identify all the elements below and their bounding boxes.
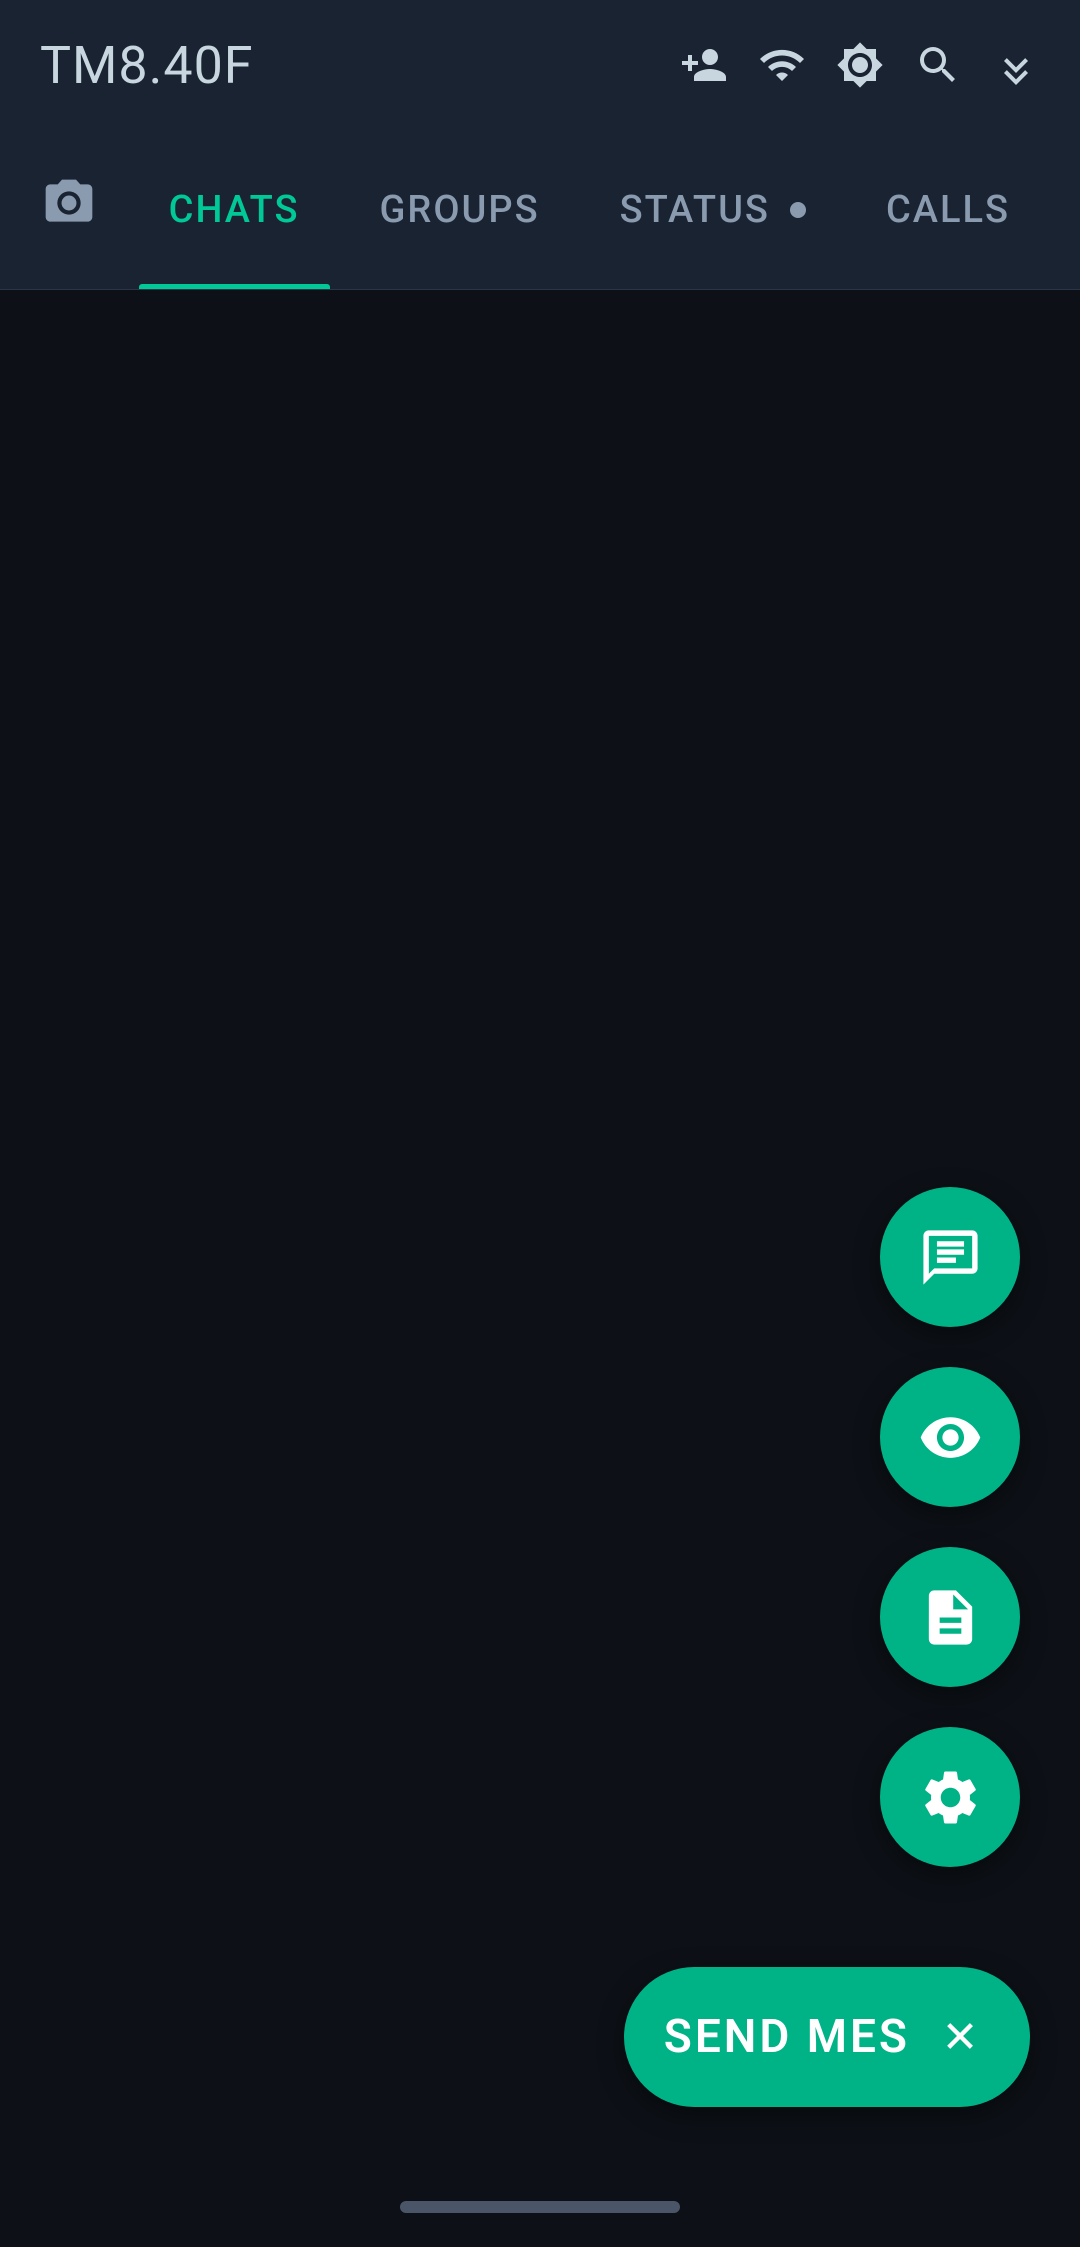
tab-bar: CHATS GROUPS STATUS CALLS — [0, 130, 1080, 290]
main-content: SEND MES ✕ — [0, 290, 1080, 2167]
search-icon[interactable] — [914, 41, 962, 89]
status-bar-left: TM8.40F — [40, 35, 254, 96]
tab-chats[interactable]: CHATS — [129, 130, 340, 289]
camera-icon — [41, 175, 97, 244]
document-icon — [918, 1585, 983, 1650]
tab-chats-label: CHATS — [169, 188, 300, 232]
view-fab-button[interactable] — [880, 1367, 1020, 1507]
wifi-icon — [758, 41, 806, 89]
tabs: CHATS GROUPS STATUS CALLS — [129, 130, 1050, 289]
status-bar-icons — [680, 41, 1040, 89]
compose-icon — [918, 1225, 983, 1290]
tab-groups-label: GROUPS — [380, 188, 540, 232]
brightness-icon — [836, 41, 884, 89]
document-fab-button[interactable] — [880, 1547, 1020, 1687]
status-dot — [790, 202, 806, 218]
send-message-label: SEND MES — [664, 2010, 910, 2064]
add-contact-icon[interactable] — [680, 41, 728, 89]
tab-calls-label: CALLS — [886, 188, 1010, 232]
tab-status-text: STATUS — [620, 188, 770, 232]
compose-fab-button[interactable] — [880, 1187, 1020, 1327]
settings-fab-button[interactable] — [880, 1727, 1020, 1867]
fab-container — [880, 1187, 1020, 1867]
tab-calls[interactable]: CALLS — [846, 130, 1050, 289]
settings-icon — [918, 1765, 983, 1830]
bottom-pill — [400, 2201, 680, 2213]
tab-groups[interactable]: GROUPS — [340, 130, 580, 289]
status-bar: TM8.40F — [0, 0, 1080, 130]
tab-status-label-wrap: STATUS — [620, 188, 806, 232]
bottom-indicator — [0, 2167, 1080, 2247]
eye-icon — [918, 1405, 983, 1470]
send-message-bar[interactable]: SEND MES ✕ — [624, 1967, 1030, 2107]
close-icon[interactable]: ✕ — [930, 2007, 990, 2067]
status-bar-time: TM8.40F — [40, 35, 254, 96]
tab-status[interactable]: STATUS — [580, 130, 846, 289]
overflow-icon[interactable] — [992, 41, 1040, 89]
camera-button[interactable] — [30, 175, 109, 244]
